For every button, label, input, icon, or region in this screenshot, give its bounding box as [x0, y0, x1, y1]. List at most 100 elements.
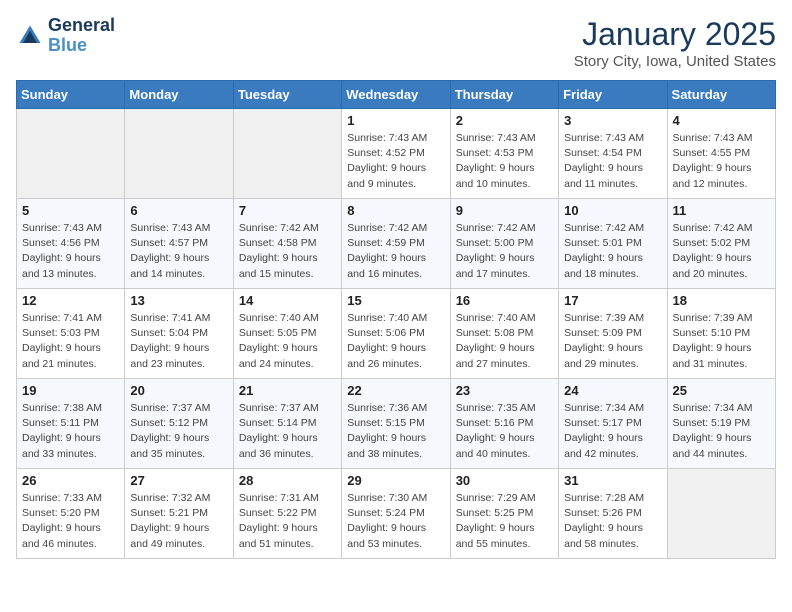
day-number: 27 — [130, 473, 227, 488]
weekday-header: Friday — [559, 81, 667, 109]
calendar-cell: 18Sunrise: 7:39 AM Sunset: 5:10 PM Dayli… — [667, 289, 775, 379]
weekday-header: Tuesday — [233, 81, 341, 109]
day-info: Sunrise: 7:30 AM Sunset: 5:24 PM Dayligh… — [347, 491, 444, 552]
day-info: Sunrise: 7:42 AM Sunset: 5:01 PM Dayligh… — [564, 221, 661, 282]
calendar-cell: 24Sunrise: 7:34 AM Sunset: 5:17 PM Dayli… — [559, 379, 667, 469]
day-number: 31 — [564, 473, 661, 488]
weekday-header: Saturday — [667, 81, 775, 109]
day-number: 29 — [347, 473, 444, 488]
calendar-cell: 12Sunrise: 7:41 AM Sunset: 5:03 PM Dayli… — [17, 289, 125, 379]
day-info: Sunrise: 7:37 AM Sunset: 5:14 PM Dayligh… — [239, 401, 336, 462]
calendar-cell: 3 Sunrise: 7:43 AM Sunset: 4:54 PM Daylig… — [559, 109, 667, 199]
day-number: 14 — [239, 293, 336, 308]
day-number: 16 — [456, 293, 553, 308]
day-number: 8 — [347, 203, 444, 218]
weekday-header-row: SundayMondayTuesdayWednesdayThursdayFrid… — [17, 81, 776, 109]
calendar-cell: 13 Sunrise: 7:41 AM Sunset: 5:04 PM Dayli… — [125, 289, 233, 379]
day-number: 18 — [673, 293, 770, 308]
calendar-cell: 21 Sunrise: 7:37 AM Sunset: 5:14 PM Dayli… — [233, 379, 341, 469]
day-number: 7 — [239, 203, 336, 218]
day-info: Sunrise: 7:43 AM Sunset: 4:56 PM Dayligh… — [22, 221, 119, 282]
day-info: Sunrise: 7:35 AM Sunset: 5:16 PM Dayligh… — [456, 401, 553, 462]
calendar-cell: 2 Sunrise: 7:43 AM Sunset: 4:53 PM Daylig… — [450, 109, 558, 199]
day-number: 30 — [456, 473, 553, 488]
calendar-cell: 26 Sunrise: 7:33 AM Sunset: 5:20 PM Dayli… — [17, 469, 125, 559]
day-info: Sunrise: 7:42 AM Sunset: 5:02 PM Dayligh… — [673, 221, 770, 282]
day-info: Sunrise: 7:28 AM Sunset: 5:26 PM Dayligh… — [564, 491, 661, 552]
day-info: Sunrise: 7:43 AM Sunset: 4:52 PM Dayligh… — [347, 131, 444, 192]
calendar-cell: 10 Sunrise: 7:42 AM Sunset: 5:01 PM Dayli… — [559, 199, 667, 289]
day-number: 6 — [130, 203, 227, 218]
calendar-cell: 8 Sunrise: 7:42 AM Sunset: 4:59 PM Daylig… — [342, 199, 450, 289]
calendar-cell: 11 Sunrise: 7:42 AM Sunset: 5:02 PM Dayli… — [667, 199, 775, 289]
day-info: Sunrise: 7:37 AM Sunset: 5:12 PM Dayligh… — [130, 401, 227, 462]
calendar-cell — [667, 469, 775, 559]
calendar-cell: 17 Sunrise: 7:39 AM Sunset: 5:09 PM Dayli… — [559, 289, 667, 379]
calendar-cell: 16 Sunrise: 7:40 AM Sunset: 5:08 PM Dayli… — [450, 289, 558, 379]
logo-text: General Blue — [48, 16, 115, 56]
day-info: Sunrise: 7:40 AM Sunset: 5:06 PM Dayligh… — [347, 311, 444, 372]
calendar-cell: 29 Sunrise: 7:30 AM Sunset: 5:24 PM Dayli… — [342, 469, 450, 559]
day-number: 11 — [673, 203, 770, 218]
calendar-cell: 5 Sunrise: 7:43 AM Sunset: 4:56 PM Daylig… — [17, 199, 125, 289]
day-number: 23 — [456, 383, 553, 398]
day-number: 13 — [130, 293, 227, 308]
day-info: Sunrise: 7:33 AM Sunset: 5:20 PM Dayligh… — [22, 491, 119, 552]
calendar-cell: 9Sunrise: 7:42 AM Sunset: 5:00 PM Daylig… — [450, 199, 558, 289]
day-number: 3 — [564, 113, 661, 128]
day-number: 15 — [347, 293, 444, 308]
day-info: Sunrise: 7:43 AM Sunset: 4:54 PM Dayligh… — [564, 131, 661, 192]
day-number: 2 — [456, 113, 553, 128]
day-number: 19 — [22, 383, 119, 398]
day-number: 26 — [22, 473, 119, 488]
weekday-header: Sunday — [17, 81, 125, 109]
calendar-title: January 2025 — [574, 16, 776, 53]
day-number: 28 — [239, 473, 336, 488]
weekday-header: Monday — [125, 81, 233, 109]
day-info: Sunrise: 7:40 AM Sunset: 5:08 PM Dayligh… — [456, 311, 553, 372]
day-info: Sunrise: 7:40 AM Sunset: 5:05 PM Dayligh… — [239, 311, 336, 372]
day-number: 12 — [22, 293, 119, 308]
calendar-cell: 23 Sunrise: 7:35 AM Sunset: 5:16 PM Dayli… — [450, 379, 558, 469]
day-number: 10 — [564, 203, 661, 218]
day-number: 25 — [673, 383, 770, 398]
calendar-week-row: 12Sunrise: 7:41 AM Sunset: 5:03 PM Dayli… — [17, 289, 776, 379]
day-number: 17 — [564, 293, 661, 308]
calendar-week-row: 1 Sunrise: 7:43 AM Sunset: 4:52 PM Daylig… — [17, 109, 776, 199]
calendar-cell: 25Sunrise: 7:34 AM Sunset: 5:19 PM Dayli… — [667, 379, 775, 469]
logo-icon — [16, 22, 44, 50]
day-info: Sunrise: 7:43 AM Sunset: 4:53 PM Dayligh… — [456, 131, 553, 192]
calendar-cell: 15 Sunrise: 7:40 AM Sunset: 5:06 PM Dayli… — [342, 289, 450, 379]
calendar-cell: 6Sunrise: 7:43 AM Sunset: 4:57 PM Daylig… — [125, 199, 233, 289]
day-info: Sunrise: 7:34 AM Sunset: 5:17 PM Dayligh… — [564, 401, 661, 462]
calendar-cell: 14 Sunrise: 7:40 AM Sunset: 5:05 PM Dayli… — [233, 289, 341, 379]
calendar-subtitle: Story City, Iowa, United States — [574, 53, 776, 70]
day-info: Sunrise: 7:36 AM Sunset: 5:15 PM Dayligh… — [347, 401, 444, 462]
calendar-cell: 22Sunrise: 7:36 AM Sunset: 5:15 PM Dayli… — [342, 379, 450, 469]
header: General Blue January 2025 Story City, Io… — [16, 16, 776, 70]
day-number: 21 — [239, 383, 336, 398]
calendar-cell: 4Sunrise: 7:43 AM Sunset: 4:55 PM Daylig… — [667, 109, 775, 199]
calendar-week-row: 5 Sunrise: 7:43 AM Sunset: 4:56 PM Daylig… — [17, 199, 776, 289]
calendar-cell: 31 Sunrise: 7:28 AM Sunset: 5:26 PM Dayli… — [559, 469, 667, 559]
weekday-header: Thursday — [450, 81, 558, 109]
calendar-cell — [125, 109, 233, 199]
calendar-cell: 28 Sunrise: 7:31 AM Sunset: 5:22 PM Dayli… — [233, 469, 341, 559]
day-info: Sunrise: 7:42 AM Sunset: 4:59 PM Dayligh… — [347, 221, 444, 282]
day-info: Sunrise: 7:29 AM Sunset: 5:25 PM Dayligh… — [456, 491, 553, 552]
day-number: 20 — [130, 383, 227, 398]
day-number: 4 — [673, 113, 770, 128]
day-number: 5 — [22, 203, 119, 218]
calendar-week-row: 19 Sunrise: 7:38 AM Sunset: 5:11 PM Dayli… — [17, 379, 776, 469]
calendar-cell: 19 Sunrise: 7:38 AM Sunset: 5:11 PM Dayli… — [17, 379, 125, 469]
day-info: Sunrise: 7:41 AM Sunset: 5:04 PM Dayligh… — [130, 311, 227, 372]
logo: General Blue — [16, 16, 115, 56]
day-info: Sunrise: 7:31 AM Sunset: 5:22 PM Dayligh… — [239, 491, 336, 552]
day-info: Sunrise: 7:39 AM Sunset: 5:09 PM Dayligh… — [564, 311, 661, 372]
day-info: Sunrise: 7:42 AM Sunset: 4:58 PM Dayligh… — [239, 221, 336, 282]
calendar-week-row: 26 Sunrise: 7:33 AM Sunset: 5:20 PM Dayli… — [17, 469, 776, 559]
day-info: Sunrise: 7:38 AM Sunset: 5:11 PM Dayligh… — [22, 401, 119, 462]
day-number: 1 — [347, 113, 444, 128]
calendar-cell: 30 Sunrise: 7:29 AM Sunset: 5:25 PM Dayli… — [450, 469, 558, 559]
calendar-cell: 20 Sunrise: 7:37 AM Sunset: 5:12 PM Dayli… — [125, 379, 233, 469]
